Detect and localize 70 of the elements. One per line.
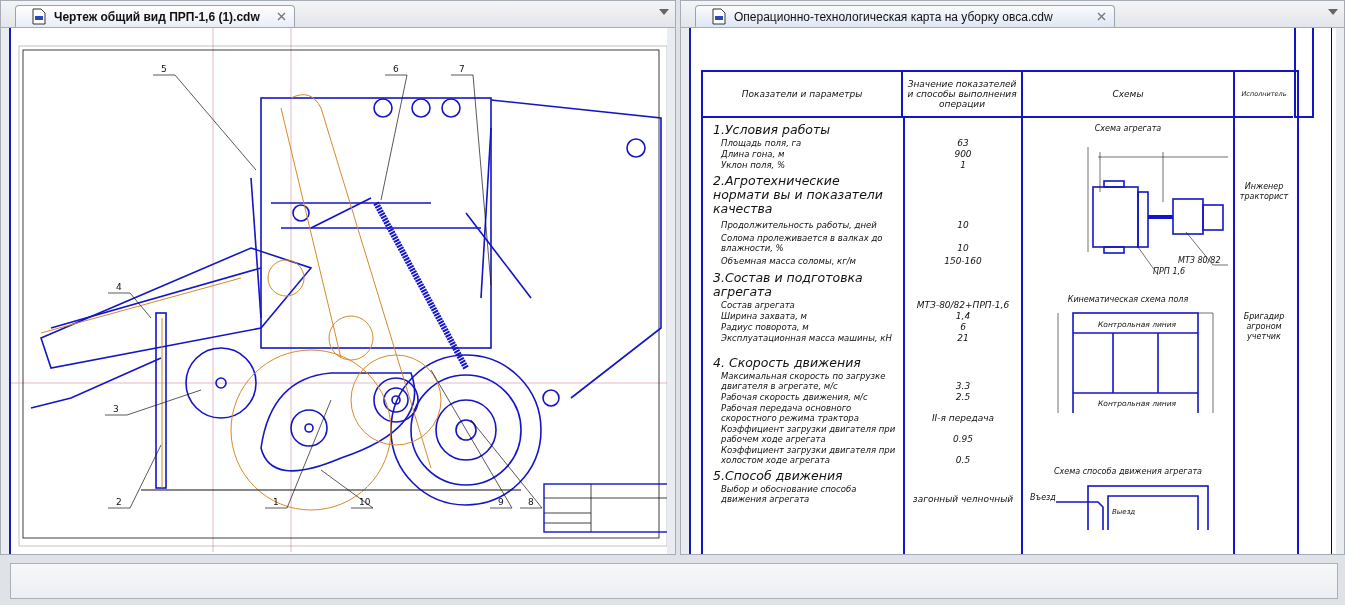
parameter-value: 0.5 [954,455,972,465]
parameter-text: Длина гона, м [720,149,786,159]
parameter-value: 21 [956,333,970,343]
section-heading: 3.Состав и подготовка агрегата [712,269,864,300]
parameter-value: 63 [956,138,970,148]
callout-number: 1 [273,497,279,507]
parameter-text: Солома пролеживается в валках до влажности, % [720,233,884,253]
section-heading: 1.Условия работы [712,121,832,138]
parameter-text: Рабочая скорость движения, м/с [720,392,869,402]
parameter-text: Эксплуатационная масса машины, кН [720,333,893,343]
parameter-text: Состав агрегата [720,300,796,310]
parameter-text: Коэффициент загрузки двигателя при рабочем ходе агрегата [720,424,897,444]
parameter-text: Максимальная скорость по загрузке двигателя в агрегате, м/с [720,371,887,391]
parameter-text: Объемная масса соломы, кг/м [720,256,857,266]
scheme-title: Схема способа движения агрегата [1053,467,1203,476]
caret-icon [659,9,669,15]
parameter-value: 3.3 [954,381,972,391]
parameter-value: 6 [959,322,967,332]
callout-number: 8 [528,497,534,507]
section-heading: 5.Способ движения [712,467,844,484]
parameter-text: Рабочая передача основного скоростного режима трактора [720,403,860,423]
document-icon [32,8,46,25]
parameter-text: Продолжительность работы, дней [720,220,878,230]
leader-line [107,292,152,319]
callout-number: 6 [393,64,399,74]
section-heading: 2.Агротехнические нормати вы и показатели качества [712,172,884,217]
close-icon[interactable] [1097,12,1106,21]
callout-number: 3 [113,404,119,414]
parameter-text: Уклон поля, % [720,160,786,170]
scheme-label: Въезд [1030,493,1056,502]
document-tab[interactable]: Чертеж общий вид ПРП-1,6 (1).cdw [15,5,295,27]
parameter-value: 2.5 [954,392,972,402]
callout-number: 4 [116,282,122,292]
parameter-value: загонный челночный [911,494,1015,504]
parameter-text: Радиус поворота, м [720,322,810,332]
callout-number: 5 [161,64,167,74]
executor-text: Инженер тракторист [1238,182,1290,202]
column-header: Схемы [1112,89,1144,99]
parameter-value: 150-160 [943,256,983,266]
scheme-title: Схема агрегата [1094,124,1162,133]
parameter-value: 1,4 [954,311,972,321]
parameter-value: 1 [959,160,967,170]
parameter-value: 900 [953,149,973,159]
tab-list-button[interactable] [659,9,669,15]
tab-list-button[interactable] [1328,9,1338,15]
callout-number: 10 [359,497,371,507]
executor-text: Бригадир агроном учетчик [1242,312,1286,342]
parameter-value: 10 [956,220,970,230]
caret-icon [1328,9,1338,15]
parameter-value: 0.95 [951,434,974,444]
callout-number: 2 [116,497,122,507]
parameter-value: МТЗ-80/82+ПРП-1,6 [915,300,1011,310]
parameter-text: Ширина захвата, м [720,311,808,321]
scheme-label: МТЗ 80/82 [1178,256,1221,265]
document-tab[interactable]: Операционно-технологическая карта на уборку овса.cdw [695,5,1115,27]
section-heading: 4. Скорость движения [712,354,862,371]
callout-number: 7 [459,64,465,74]
parameter-text: Коэффициент загрузки двигателя при холостом ходе агрегата [720,445,897,465]
parameter-text: Площадь поля, га [720,138,803,148]
column-header: Показатели и параметры [741,89,863,99]
scheme-title: Кинематическая схема поля [1067,295,1189,304]
column-header: Значение показателей и способы выполнения операции [906,79,1018,109]
leader-line [107,444,162,509]
scheme-label: ПРП 1,6 [1153,267,1186,276]
parameter-value: II-я передача [930,413,996,423]
close-icon[interactable] [277,12,286,21]
parameter-text: Выбор и обоснование способа движения агрегата [720,484,858,504]
parameter-value: 10 [956,243,970,253]
callout-number: 9 [498,497,504,507]
document-icon [712,8,726,25]
